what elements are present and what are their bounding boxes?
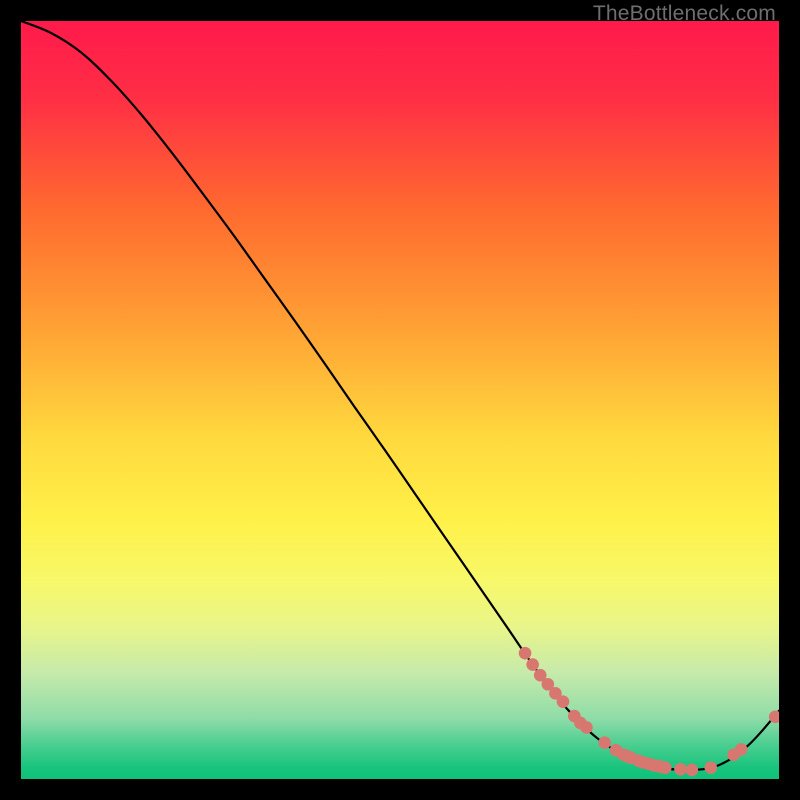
data-point: [659, 761, 672, 774]
chart-svg: [21, 21, 779, 779]
data-point: [598, 736, 611, 749]
data-point: [557, 695, 570, 708]
curve-line: [21, 21, 779, 770]
data-point: [580, 721, 593, 734]
data-markers: [519, 647, 779, 776]
chart-stage: TheBottleneck.com: [0, 0, 800, 800]
data-point: [519, 647, 532, 660]
data-point: [686, 764, 699, 777]
data-point: [526, 658, 539, 671]
data-point: [735, 743, 748, 756]
plot-area: [21, 21, 779, 779]
data-point: [704, 761, 717, 774]
data-point: [674, 763, 687, 776]
